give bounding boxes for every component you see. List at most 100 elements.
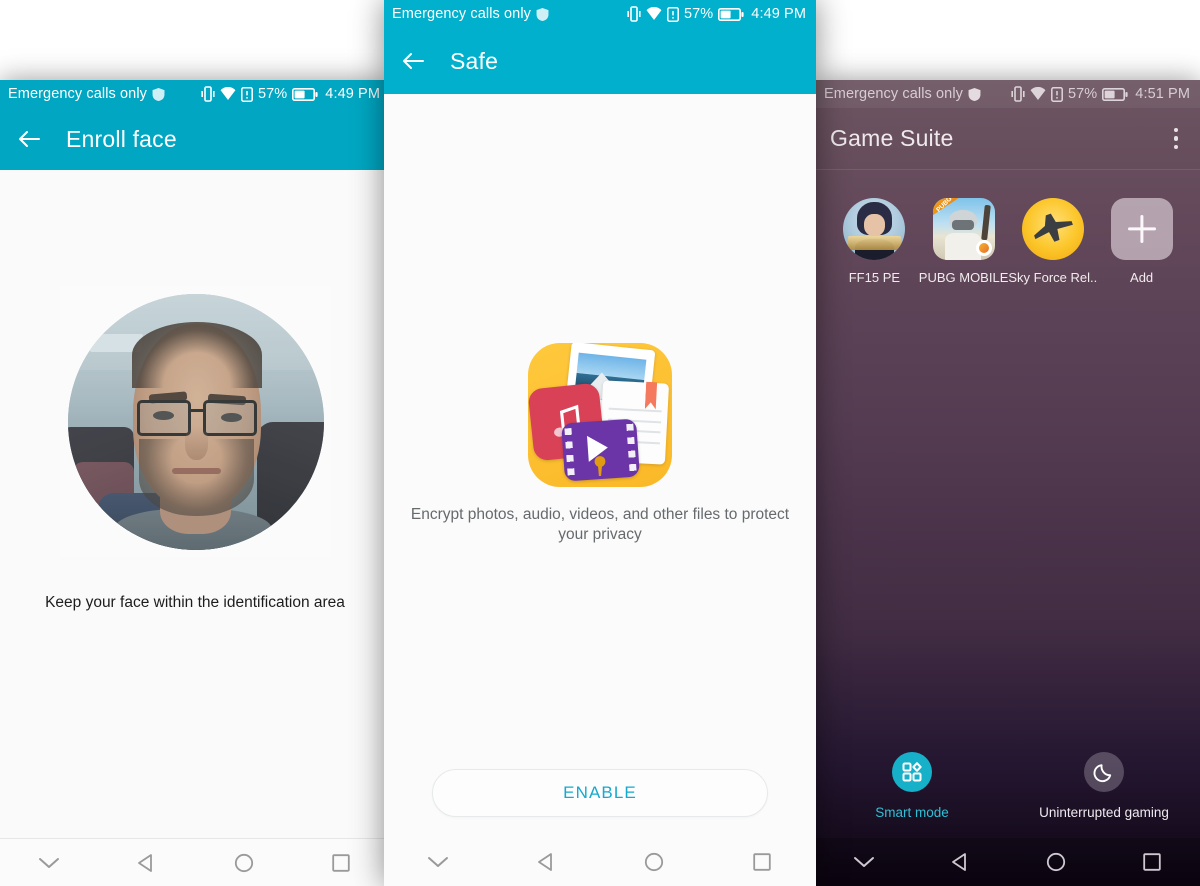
game-label: Sky Force Rel.. [1008, 270, 1098, 285]
nav-hide-button[interactable] [816, 838, 912, 886]
sim-card-icon [241, 86, 253, 102]
face-preview-frame [60, 286, 331, 557]
clock-label: 4:49 PM [751, 6, 806, 22]
face-photo [67, 293, 324, 550]
game-label: Add [1130, 270, 1154, 285]
status-right-group: 57% 4:49 PM [627, 6, 806, 22]
uninterrupted-gaming-button[interactable]: Uninterrupted gaming [1008, 752, 1200, 820]
shield-icon [536, 7, 549, 21]
grid-squares-icon [892, 752, 932, 792]
status-bar-right: Emergency calls only 57% 4:51 PM [816, 80, 1200, 108]
triangle-back-icon [952, 853, 966, 871]
plus-icon [1110, 198, 1173, 260]
status-right-group: 57% 4:49 PM [201, 86, 380, 102]
smart-mode-button[interactable]: Smart mode [816, 752, 1008, 820]
wifi-icon [646, 7, 662, 20]
carrier-label: Emergency calls only [8, 86, 147, 102]
status-left-group: Emergency calls only [392, 6, 549, 22]
nav-hide-button[interactable] [384, 838, 492, 886]
sim-card-icon [1051, 86, 1063, 102]
nav-back-button[interactable] [98, 839, 196, 886]
game-item-ff15[interactable]: FF15 PE [830, 198, 919, 285]
app-bar-enroll-face: Enroll face [0, 108, 390, 170]
status-right-group: 57% 4:51 PM [1011, 86, 1190, 102]
nav-back-button[interactable] [912, 838, 1008, 886]
shield-icon [968, 87, 981, 101]
game-item-add[interactable]: Add [1097, 198, 1186, 285]
app-bar-game-suite: Game Suite [816, 108, 1200, 170]
kebab-menu-icon[interactable] [1168, 122, 1185, 156]
sim-card-icon [667, 6, 679, 22]
page-title: Safe [450, 47, 499, 74]
battery-icon [718, 7, 744, 21]
circle-home-icon [1046, 852, 1066, 872]
wifi-icon [1030, 87, 1046, 100]
status-left-group: Emergency calls only [8, 86, 165, 102]
nav-recents-button[interactable] [1104, 838, 1200, 886]
game-grid: FF15 PE PUBG PUBG MOBILE Sky Force Rel..… [816, 198, 1200, 285]
square-recents-icon [1143, 853, 1161, 871]
wifi-icon [220, 87, 236, 100]
enroll-face-content: Keep your face within the identification… [0, 170, 390, 838]
game-label: PUBG MOBILE [918, 270, 1009, 285]
sky-force-reloaded-icon [1021, 198, 1084, 260]
status-bar-left: Emergency calls only 57% 4:49 PM [0, 80, 390, 108]
triangle-back-icon [538, 853, 552, 871]
nav-hide-button[interactable] [0, 839, 98, 886]
safe-vault-icon [528, 343, 672, 487]
nav-back-button[interactable] [492, 838, 600, 886]
square-recents-icon [332, 853, 350, 872]
nav-bar-middle [384, 838, 816, 886]
face-hint-label: Keep your face within the identification… [45, 594, 345, 611]
battery-icon [1102, 87, 1128, 101]
enable-button[interactable]: ENABLE [432, 769, 768, 817]
clock-label: 4:51 PM [1135, 86, 1190, 102]
nav-home-button[interactable] [600, 838, 708, 886]
triangle-back-icon [138, 853, 153, 872]
nav-bar-right [816, 838, 1200, 886]
nav-home-button[interactable] [195, 839, 293, 886]
vibrate-icon [201, 86, 215, 102]
game-item-sky-force[interactable]: Sky Force Rel.. [1008, 198, 1097, 285]
game-item-pubg[interactable]: PUBG PUBG MOBILE [918, 198, 1009, 285]
nav-home-button[interactable] [1008, 838, 1104, 886]
lock-keyhole-icon [594, 456, 606, 476]
game-label: FF15 PE [848, 270, 901, 285]
mode-row: Smart mode Uninterrupted gaming [816, 752, 1200, 820]
moon-icon [1084, 752, 1124, 792]
square-recents-icon [753, 853, 771, 871]
page-title: Game Suite [830, 125, 954, 151]
mode-label: Smart mode [875, 805, 949, 820]
screen-enroll-face: Emergency calls only 57% 4:49 PM Enroll … [0, 80, 390, 886]
battery-percent-label: 57% [683, 6, 714, 22]
app-bar-safe: Safe [384, 28, 816, 94]
final-fantasy-15-icon [843, 198, 906, 260]
battery-percent-label: 57% [257, 86, 288, 102]
screen-safe: Emergency calls only 57% 4:49 PM Safe En… [384, 0, 816, 886]
chevron-down-icon [428, 857, 448, 867]
carrier-label: Emergency calls only [392, 6, 531, 22]
nav-recents-button[interactable] [708, 838, 816, 886]
chevron-down-icon [38, 857, 59, 868]
page-title: Enroll face [66, 125, 177, 152]
back-arrow-icon[interactable] [398, 46, 428, 76]
safe-content: Encrypt photos, audio, videos, and other… [384, 94, 816, 838]
screenshot-stage: Emergency calls only 57% 4:49 PM Enroll … [0, 0, 1200, 886]
mode-label: Uninterrupted gaming [1039, 805, 1169, 820]
screen-game-suite: Emergency calls only 57% 4:51 PM Game Su… [816, 80, 1200, 886]
vibrate-icon [1011, 86, 1025, 102]
chevron-down-icon [854, 857, 874, 867]
shield-icon [152, 87, 165, 101]
status-left-group: Emergency calls only [824, 86, 981, 102]
clock-label: 4:49 PM [325, 86, 380, 102]
nav-recents-button[interactable] [293, 839, 391, 886]
status-bar-middle: Emergency calls only 57% 4:49 PM [384, 0, 816, 28]
back-arrow-icon[interactable] [14, 124, 44, 154]
nav-bar-left [0, 838, 390, 886]
pubg-mobile-icon: PUBG [932, 198, 995, 260]
carrier-label: Emergency calls only [824, 86, 963, 102]
battery-percent-label: 57% [1067, 86, 1098, 102]
circle-home-icon [644, 852, 664, 872]
battery-icon [292, 87, 318, 101]
safe-description: Encrypt photos, audio, videos, and other… [410, 506, 790, 543]
